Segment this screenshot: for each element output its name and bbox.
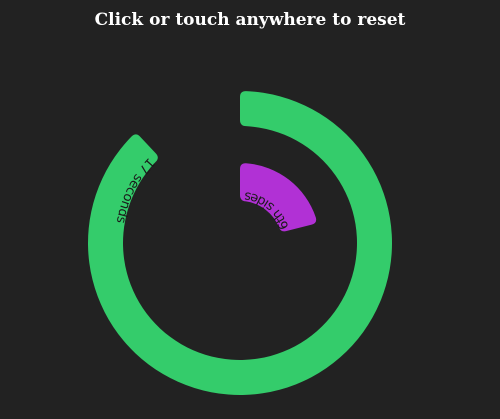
reset-surface[interactable]: Click or touch anywhere to reset 17 seco… [0,0,500,419]
timer-rings: 17 seconds 6th sides [88,91,393,396]
seconds-ring-arc [88,91,393,396]
